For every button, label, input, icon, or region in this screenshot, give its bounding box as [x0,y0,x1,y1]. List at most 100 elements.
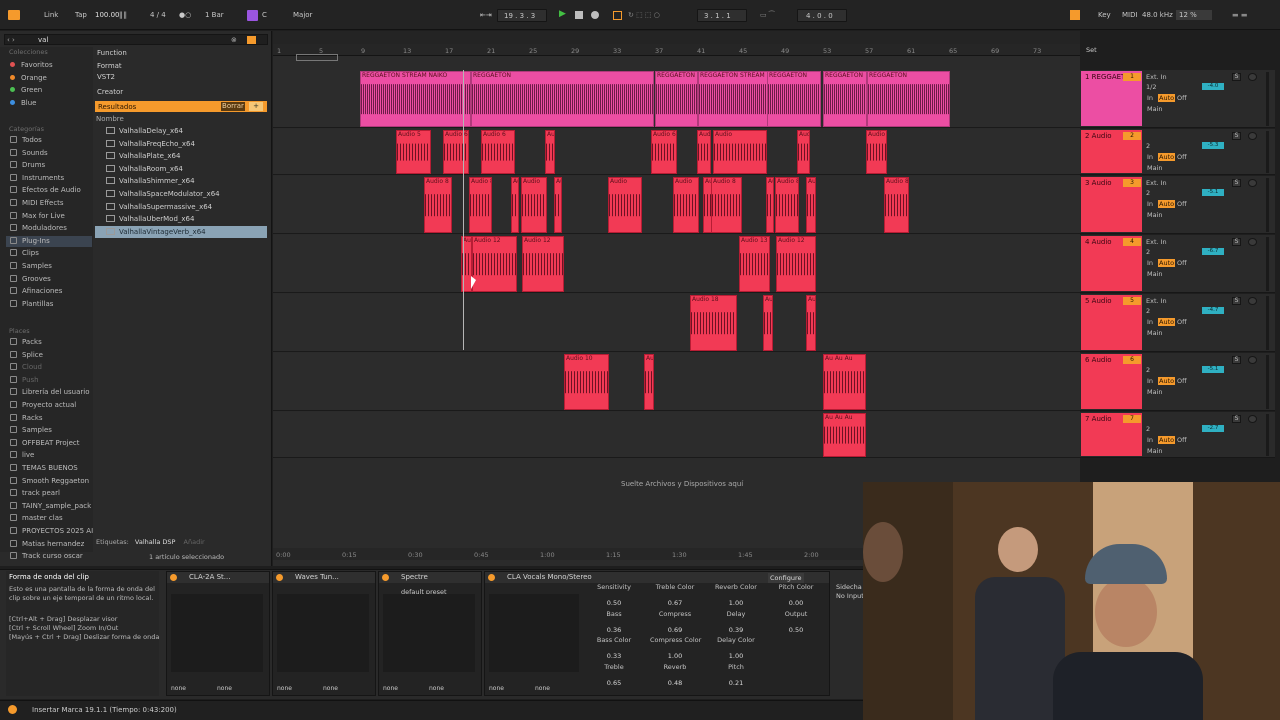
warning-icon[interactable] [8,705,17,714]
category-item[interactable]: Grooves [6,274,92,285]
monitor-in[interactable]: In [1147,318,1153,326]
arm-button[interactable] [1248,238,1257,246]
view-toggle-icon[interactable] [8,10,20,20]
monitor-auto[interactable]: Auto [1158,94,1176,102]
category-item[interactable]: MIDI Effects [6,198,92,209]
nudge-icon[interactable]: ‖‖ [119,10,128,21]
input-channel[interactable]: 2 [1146,425,1150,433]
sidechain-select[interactable]: none [383,685,398,692]
set-button[interactable]: Set [1086,46,1097,54]
place-item[interactable]: TAINY_sample_pack [10,501,91,512]
track-activator[interactable]: 2 [1123,132,1141,140]
quantize-select[interactable]: 1 Bar [205,10,224,21]
monitor-in[interactable]: In [1147,200,1153,208]
volume-field[interactable]: -2.7 [1202,425,1224,432]
stop-button[interactable] [575,11,583,19]
browser-search-bar[interactable]: ‹ › val ⊗ [4,34,268,45]
output-select[interactable]: Main [1147,329,1163,337]
monitor-auto[interactable]: Auto [1158,318,1176,326]
play-button[interactable]: ▶ [559,9,566,20]
place-item[interactable]: TEMAS BUENOS [10,463,78,474]
monitor-off[interactable]: Off [1177,259,1187,267]
loop-brace[interactable] [296,54,338,61]
input-channel[interactable]: 2 [1146,366,1150,374]
volume-field[interactable]: -5.3 [1202,142,1224,149]
arm-button[interactable] [1248,415,1257,423]
track-activator[interactable]: 1 [1123,73,1141,81]
arm-button[interactable] [1248,356,1257,364]
param-value[interactable]: 0.50 [771,626,821,634]
place-item[interactable]: PROYECTOS 2025 AI [10,526,93,537]
overdub-button[interactable] [613,11,622,20]
volume-field[interactable]: -6.7 [1202,248,1224,255]
audio-clip[interactable]: Audio [713,130,767,174]
audio-clip[interactable]: Audio [673,177,699,233]
solo-button[interactable]: S [1232,297,1241,305]
sidechain-select[interactable]: none [171,685,186,692]
monitor-off[interactable]: Off [1177,377,1187,385]
audio-clip[interactable]: Audio 6 [651,130,677,174]
output-select[interactable]: Main [1147,164,1163,172]
result-item[interactable]: ValhallaRoom_x64 [106,163,183,175]
monitor-off[interactable]: Off [1177,94,1187,102]
result-item[interactable]: ValhallaDelay_x64 [106,125,183,137]
track-lane[interactable] [273,412,1080,458]
sidechain-select[interactable]: none [429,685,444,692]
place-item[interactable]: OFFBEAT Project [10,438,79,449]
monitor-off[interactable]: Off [1177,436,1187,444]
param-value[interactable]: 1.00 [711,652,761,660]
monitor-auto[interactable]: Auto [1158,377,1176,385]
category-item[interactable]: Drums [6,160,92,171]
track-lane[interactable] [273,235,1080,293]
record-button[interactable] [591,11,599,19]
audio-clip[interactable]: REGGAETON [867,71,950,127]
scale-select[interactable]: Major [293,10,312,21]
automation-arm-icon[interactable]: ↻ ⬚ ⬚ ○ [628,10,660,21]
audio-clip[interactable]: Au [763,295,773,351]
place-item[interactable]: live [10,450,34,461]
track-activator[interactable]: 7 [1123,415,1141,423]
result-item[interactable]: ValhallaVintageVerb_x64 [95,225,267,238]
output-select[interactable]: Main [1147,105,1163,113]
monitor-off[interactable]: Off [1177,200,1187,208]
category-item[interactable]: Moduladores [6,223,92,234]
input-type[interactable]: Ext. In [1146,238,1167,246]
place-item[interactable]: Proyecto actual [10,400,76,411]
place-item[interactable]: Splice [10,350,43,361]
param-value[interactable]: 0.65 [589,679,639,687]
monitor-auto[interactable]: Auto [1158,200,1176,208]
audio-clip[interactable]: Au [806,295,816,351]
filter-icon[interactable] [247,36,256,44]
result-item[interactable]: ValhallaFreqEcho_x64 [106,138,195,150]
loop-length-field[interactable]: 4 . 0 . 0 [797,9,847,22]
audio-clip[interactable]: Audio 5 [396,130,431,174]
beat-ruler[interactable] [273,44,1080,56]
metronome-icon[interactable]: ●○ [179,10,191,21]
configure-button[interactable]: Configure [768,573,804,583]
monitor-in[interactable]: In [1147,94,1153,102]
track-activator[interactable]: 3 [1123,179,1141,187]
audio-clip[interactable]: Audio 8 [424,177,452,233]
monitor-in[interactable]: In [1147,259,1153,267]
input-channel[interactable]: 2 [1146,142,1150,150]
audio-clip[interactable]: Audio 6 [481,130,515,174]
audio-clip[interactable]: REGGAETON [767,71,821,127]
audio-clip[interactable]: REGGAETON STREAM NA [698,71,768,127]
audio-clip[interactable]: Au Au Au [823,413,866,457]
track-activator[interactable]: 6 [1123,356,1141,364]
solo-button[interactable]: S [1232,179,1241,187]
sidechain-select[interactable]: none [489,685,504,692]
category-item[interactable]: Sounds [6,148,92,159]
place-item[interactable]: Racks [10,413,43,424]
arm-button[interactable] [1248,179,1257,187]
key-map-button[interactable]: Key [1098,10,1111,21]
filter-row[interactable]: VST2 [97,72,115,83]
monitor-in[interactable]: In [1147,377,1153,385]
scale-mode-icon[interactable] [247,10,258,21]
audio-clip[interactable]: Audio [797,130,810,174]
track-activator[interactable]: 5 [1123,297,1141,305]
key-select[interactable]: C [262,10,267,21]
monitor-off[interactable]: Off [1177,318,1187,326]
audio-clip[interactable]: Au [644,354,654,410]
category-item[interactable]: Clips [6,248,92,259]
